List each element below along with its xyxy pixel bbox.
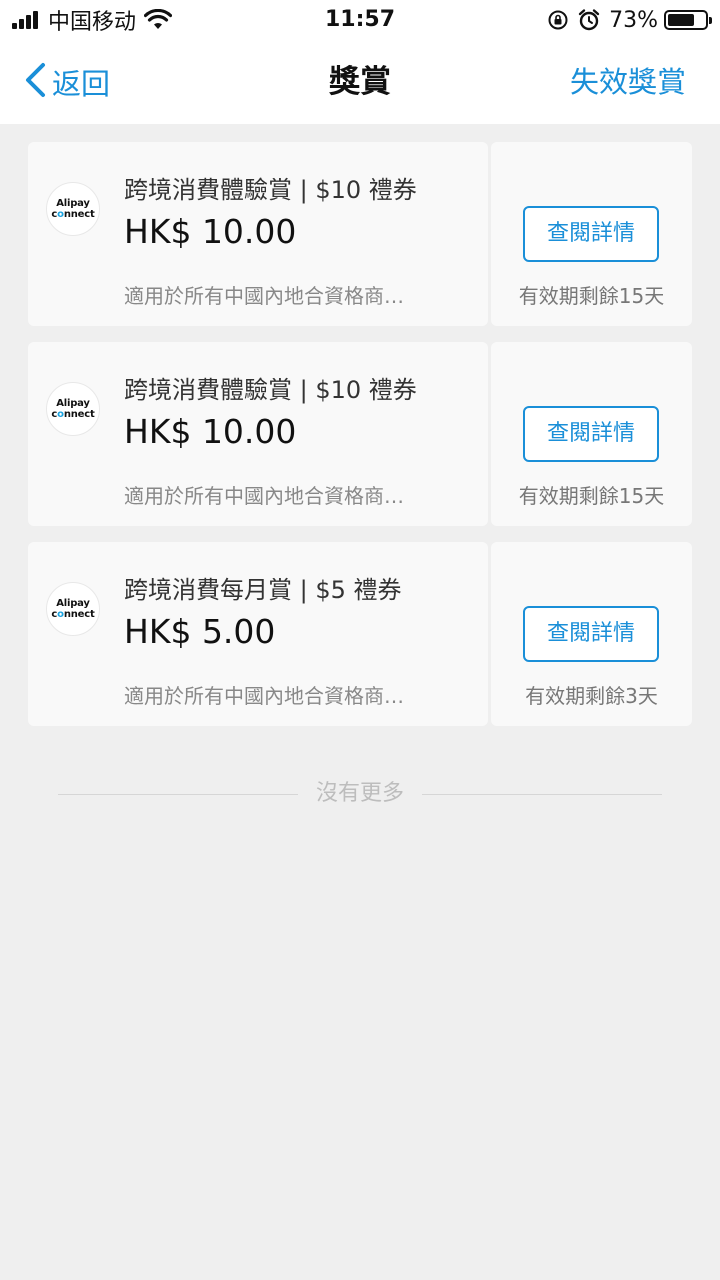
reward-description: 適用於所有中國內地合資格商…	[124, 684, 404, 708]
logo-accent-letter: o	[57, 609, 64, 620]
reward-expiry: 有效期剩餘15天	[518, 284, 665, 308]
reward-title: 跨境消費體驗賞 | $10 禮券	[124, 176, 417, 204]
reward-expiry: 有效期剩餘15天	[518, 484, 665, 508]
battery-fill	[668, 14, 694, 26]
reward-card-side: 查閱詳情 有效期剩餘15天	[491, 342, 692, 526]
reward-amount: HK$ 10.00	[124, 212, 297, 251]
logo-accent-letter: o	[57, 409, 64, 420]
nav-bar: 返回 獎賞 失效獎賞	[0, 40, 720, 124]
reward-card: Alipay connect 跨境消費體驗賞 | $10 禮券 HK$ 10.0…	[28, 342, 692, 526]
view-details-button[interactable]: 查閱詳情	[523, 606, 659, 662]
reward-title: 跨境消費每月賞 | $5 禮券	[124, 576, 402, 604]
reward-description: 適用於所有中國內地合資格商…	[124, 484, 404, 508]
reward-title: 跨境消費體驗賞 | $10 禮券	[124, 376, 417, 404]
battery-tip	[709, 17, 712, 24]
reward-expiry: 有效期剩餘3天	[525, 684, 658, 708]
alarm-icon	[577, 8, 601, 32]
status-right: 73%	[547, 4, 712, 36]
divider-line-right	[422, 794, 662, 795]
logo-text-top: Alipay	[56, 598, 90, 609]
view-details-button[interactable]: 查閱詳情	[523, 206, 659, 262]
alipay-connect-logo: Alipay connect	[46, 582, 100, 636]
battery-icon	[664, 10, 712, 30]
logo-text-top: Alipay	[56, 398, 90, 409]
no-more-divider: 沒有更多	[58, 778, 662, 810]
reward-card: Alipay connect 跨境消費每月賞 | $5 禮券 HK$ 5.00 …	[28, 542, 692, 726]
logo-text-bottom: connect	[51, 209, 95, 220]
status-bar: 中国移动 11:57 73%	[0, 0, 720, 40]
reward-list: Alipay connect 跨境消費體驗賞 | $10 禮券 HK$ 10.0…	[28, 142, 692, 742]
logo-text-bottom: connect	[51, 409, 95, 420]
reward-card-main[interactable]: Alipay connect 跨境消費體驗賞 | $10 禮券 HK$ 10.0…	[28, 142, 488, 326]
reward-card-side: 查閱詳情 有效期剩餘3天	[491, 542, 692, 726]
reward-amount: HK$ 5.00	[124, 612, 276, 651]
logo-text-bottom: connect	[51, 609, 95, 620]
alipay-connect-logo: Alipay connect	[46, 382, 100, 436]
rotation-lock-icon	[547, 9, 569, 31]
reward-description: 適用於所有中國內地合資格商…	[124, 284, 404, 308]
logo-text-top: Alipay	[56, 198, 90, 209]
expired-rewards-link[interactable]: 失效獎賞	[570, 60, 686, 104]
battery-percent: 73%	[609, 7, 658, 33]
reward-card: Alipay connect 跨境消費體驗賞 | $10 禮券 HK$ 10.0…	[28, 142, 692, 326]
alipay-connect-logo: Alipay connect	[46, 182, 100, 236]
reward-card-main[interactable]: Alipay connect 跨境消費體驗賞 | $10 禮券 HK$ 10.0…	[28, 342, 488, 526]
logo-accent-letter: o	[57, 209, 64, 220]
reward-card-main[interactable]: Alipay connect 跨境消費每月賞 | $5 禮券 HK$ 5.00 …	[28, 542, 488, 726]
reward-amount: HK$ 10.00	[124, 412, 297, 451]
reward-card-side: 查閱詳情 有效期剩餘15天	[491, 142, 692, 326]
view-details-button[interactable]: 查閱詳情	[523, 406, 659, 462]
